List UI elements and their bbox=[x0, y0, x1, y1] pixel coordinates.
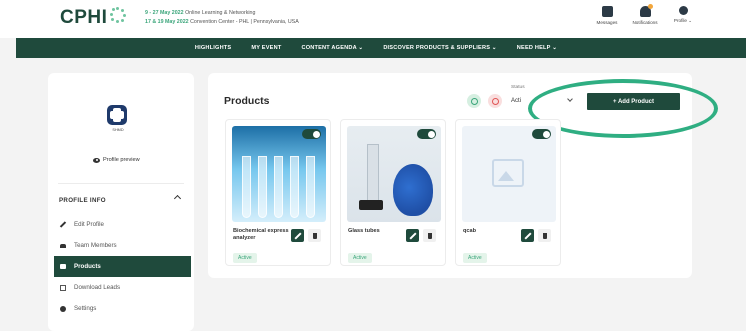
product-name: Glass tubes bbox=[348, 228, 380, 234]
event-date-2: 17 & 19 May 2022 bbox=[145, 19, 189, 25]
sidebar-item-products[interactable]: Products bbox=[54, 256, 191, 277]
sidebar-item-label: Edit Profile bbox=[74, 221, 104, 228]
product-image bbox=[232, 126, 326, 222]
product-name: qcab bbox=[463, 228, 477, 234]
chevron-up-icon[interactable] bbox=[173, 194, 182, 203]
notifications-button[interactable]: Notifications bbox=[630, 4, 660, 25]
nav-highlights[interactable]: HIGHLIGHTS bbox=[195, 45, 232, 51]
header-actions: Messages Notifications Profile ⌄ bbox=[592, 4, 698, 25]
nav-content-agenda[interactable]: CONTENT AGENDA ⌄ bbox=[301, 45, 363, 51]
product-image bbox=[347, 126, 441, 222]
trash-icon[interactable] bbox=[308, 229, 321, 242]
profile-preview-link[interactable]: Profile preview bbox=[93, 157, 140, 163]
product-card[interactable]: Glass tubes Active bbox=[340, 119, 446, 266]
status-badge: Active bbox=[233, 253, 257, 263]
edit-pencil-icon[interactable] bbox=[521, 229, 534, 242]
messages-icon bbox=[601, 6, 613, 17]
tube-shape bbox=[290, 156, 299, 218]
divider bbox=[58, 183, 184, 184]
messages-button[interactable]: Messages bbox=[592, 6, 622, 25]
glass-tube-shape bbox=[367, 144, 379, 204]
main-nav: HIGHLIGHTS MY EVENT CONTENT AGENDA ⌄ DIS… bbox=[16, 38, 746, 58]
sidebar-item-settings[interactable]: Settings bbox=[54, 298, 191, 319]
product-name: Biochemical express analyzer bbox=[233, 228, 289, 241]
event-text-2: Convention Center - PHL | Pennsylvania, … bbox=[190, 19, 299, 25]
nav-discover-products[interactable]: DISCOVER PRODUCTS & SUPPLIERS ⌄ bbox=[383, 45, 496, 51]
info-green-icon[interactable] bbox=[467, 94, 481, 108]
sidebar-item-label: Products bbox=[74, 263, 101, 270]
status-badge: Active bbox=[348, 253, 372, 263]
event-date-1: 9 - 27 May 2022 bbox=[145, 10, 184, 16]
sidebar-item-label: Download Leads bbox=[74, 284, 121, 291]
sidebar-item-download-leads[interactable]: Download Leads bbox=[54, 277, 191, 298]
nav-need-help[interactable]: NEED HELP ⌄ bbox=[517, 45, 557, 51]
messages-label: Messages bbox=[596, 20, 618, 25]
stand-shape bbox=[359, 200, 383, 210]
trash-icon[interactable] bbox=[538, 229, 551, 242]
product-card[interactable]: Biochemical express analyzer Active bbox=[225, 119, 331, 266]
profile-preview-label: Profile preview bbox=[103, 157, 140, 163]
top-header: CPHI 9 - 27 May 2022 Online Learning & N… bbox=[0, 0, 746, 38]
company-name: SHMD bbox=[112, 128, 124, 132]
profile-label: Profile ⌄ bbox=[673, 18, 693, 23]
profile-sidebar: SHMD Profile preview PROFILE INFO Edit P… bbox=[48, 73, 194, 331]
eye-icon bbox=[93, 157, 100, 163]
product-image-placeholder bbox=[462, 126, 556, 222]
status-badge: Active bbox=[463, 253, 487, 263]
edit-pencil-icon[interactable] bbox=[291, 229, 304, 242]
bell-icon bbox=[639, 4, 653, 17]
event-text-1: Online Learning & Networking bbox=[185, 10, 256, 16]
logo-mark-icon bbox=[110, 7, 127, 23]
status-value: Acti bbox=[511, 98, 522, 104]
product-visibility-toggle[interactable] bbox=[417, 129, 436, 139]
scan-icon bbox=[60, 284, 66, 291]
edit-pencil-icon[interactable] bbox=[406, 229, 419, 242]
trash-icon[interactable] bbox=[423, 229, 436, 242]
sidebar-item-team-members[interactable]: Team Members bbox=[54, 235, 191, 256]
status-label: Status bbox=[511, 85, 525, 90]
cphi-logo[interactable]: CPHI bbox=[60, 7, 127, 29]
product-visibility-toggle[interactable] bbox=[532, 129, 551, 139]
event-info: 9 - 27 May 2022 Online Learning & Networ… bbox=[145, 9, 299, 27]
sidebar-item-label: Team Members bbox=[74, 242, 117, 249]
user-icon bbox=[678, 6, 688, 15]
gear-icon bbox=[60, 305, 66, 312]
profile-menu: Edit Profile Team Members Products Downl… bbox=[54, 214, 191, 319]
product-grid: Biochemical express analyzer Active Glas… bbox=[225, 119, 561, 266]
nav-my-event[interactable]: MY EVENT bbox=[251, 45, 281, 51]
tube-shape bbox=[274, 156, 283, 218]
pencil-icon bbox=[59, 221, 67, 228]
notifications-label: Notifications bbox=[632, 20, 658, 25]
company-logo-icon bbox=[107, 105, 127, 125]
cart-icon bbox=[60, 264, 66, 269]
info-red-icon[interactable] bbox=[488, 94, 502, 108]
profile-info-heading: PROFILE INFO bbox=[59, 197, 106, 204]
product-visibility-toggle[interactable] bbox=[302, 129, 321, 139]
image-placeholder-icon bbox=[492, 159, 524, 187]
team-icon bbox=[60, 243, 66, 248]
tube-shape bbox=[306, 156, 315, 218]
page-title: Products bbox=[224, 95, 270, 107]
tube-shape bbox=[242, 156, 251, 218]
logo-text: CPHI bbox=[60, 7, 108, 28]
flask-shape bbox=[393, 164, 433, 216]
products-panel: Products Status Acti + Add Product Bioch… bbox=[208, 73, 718, 278]
tube-shape bbox=[258, 156, 267, 218]
sidebar-item-label: Settings bbox=[74, 305, 97, 312]
sidebar-item-edit-profile[interactable]: Edit Profile bbox=[54, 214, 191, 235]
profile-button[interactable]: Profile ⌄ bbox=[668, 6, 698, 25]
product-card[interactable]: qcab Active bbox=[455, 119, 561, 266]
